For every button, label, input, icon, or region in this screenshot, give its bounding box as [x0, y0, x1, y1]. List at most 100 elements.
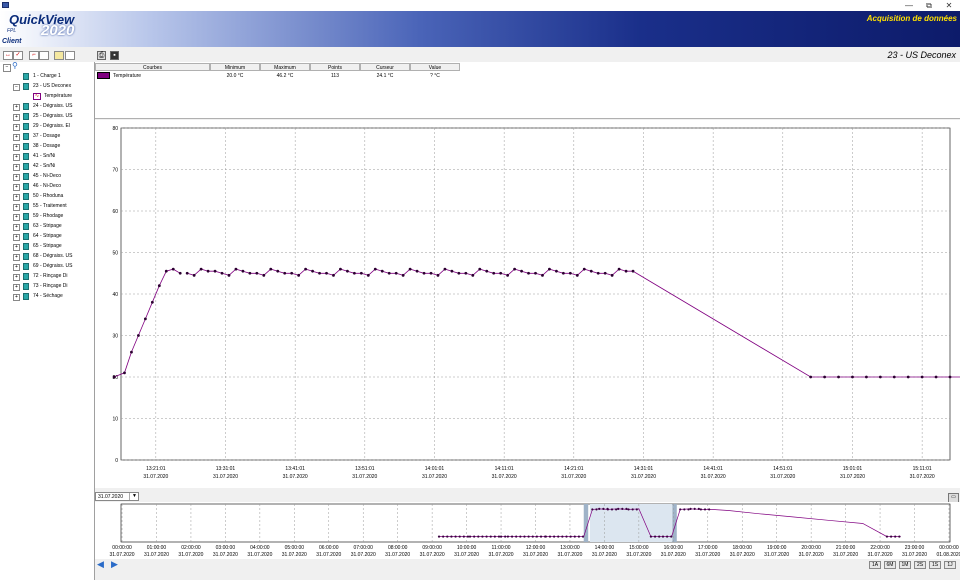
expand-icon[interactable]: +	[13, 184, 20, 191]
tree-item[interactable]: +68 - Dégraiss. US	[0, 252, 94, 262]
tree-item[interactable]: +29 - Dégraiss. El	[0, 122, 94, 132]
tree-item[interactable]: +45 - Ni-Deco	[0, 172, 94, 182]
overview-chart-svg[interactable]: 00:00:0031.07.202001:00:0031.07.202002:0…	[95, 502, 960, 559]
overview-point	[577, 535, 581, 538]
expand-icon[interactable]: +	[13, 124, 20, 131]
tree-item[interactable]: +64 - Stripage	[0, 232, 94, 242]
zoom-button-1s[interactable]: 1S	[929, 561, 941, 569]
save-icon[interactable]: ▪	[110, 51, 119, 60]
temperature-chart[interactable]: 0 10 20 30 40 50 60 70 80 13:21:01 31.07.2020 13:31…	[95, 120, 960, 488]
tree-item[interactable]: +59 - Rhodage	[0, 212, 94, 222]
previous-arrow-icon[interactable]: ◀	[97, 560, 107, 569]
tree-item[interactable]: +42 - Sn/Ni	[0, 162, 94, 172]
expand-icon[interactable]: +	[13, 104, 20, 111]
expand-icon[interactable]: +	[13, 114, 20, 121]
expand-icon[interactable]: +	[13, 294, 20, 301]
tree-item[interactable]: +41 - Sn/Ni	[0, 152, 94, 162]
close-button[interactable]: ✕	[939, 0, 959, 11]
expand-icon[interactable]: +	[13, 134, 20, 141]
tree-item-label: 63 - Stripage	[33, 223, 62, 229]
tree-item[interactable]: +63 - Stripage	[0, 222, 94, 232]
tree-item[interactable]: +50 - Rhoduna	[0, 192, 94, 202]
expand-icon[interactable]: +	[13, 224, 20, 231]
overview-chart[interactable]: 00:00:00 31.07.2020 01:00:00 31.07.2020 02:0…	[95, 502, 960, 559]
overview-point	[635, 508, 638, 511]
data-point	[610, 273, 614, 277]
overview-point	[703, 508, 707, 511]
data-point	[548, 267, 551, 271]
tree-item-label: 42 - Sn/Ni	[33, 163, 56, 169]
restore-button[interactable]: ⧉	[919, 0, 939, 11]
data-point	[906, 375, 910, 379]
minimize-button[interactable]: —	[899, 0, 919, 11]
overview-point	[535, 535, 538, 538]
checkbox-empty-icon[interactable]	[39, 51, 49, 60]
checkbox-icon[interactable]: ✓	[13, 51, 23, 60]
expand-icon[interactable]: +	[13, 144, 20, 151]
legend-color-swatch[interactable]	[97, 72, 110, 79]
zoom-button-6m[interactable]: 6M	[884, 561, 896, 569]
tree-item[interactable]: +74 - Séchage	[0, 292, 94, 302]
overview-point	[493, 535, 496, 538]
overview-tick-time: 16:00:00	[664, 545, 684, 551]
expand-icon[interactable]: +	[13, 154, 20, 161]
tree-item[interactable]: +37 - Dosage	[0, 132, 94, 142]
overview-point	[625, 507, 628, 510]
range-handle[interactable]	[583, 504, 589, 542]
expand-icon[interactable]: +	[13, 194, 20, 201]
data-point	[248, 271, 252, 275]
expand-icon[interactable]: +	[13, 174, 20, 181]
tree-item[interactable]: +24 - Dégraiss. US	[0, 102, 94, 112]
tree-item[interactable]: +73 - Rinçage Di	[0, 282, 94, 292]
curve-icon[interactable]: ⌐	[29, 51, 39, 60]
link-icon[interactable]: ↔	[3, 51, 13, 60]
zoom-button-2s[interactable]: 2S	[914, 561, 926, 569]
expand-icon[interactable]: +	[13, 264, 20, 271]
expand-icon[interactable]: +	[13, 244, 20, 251]
expand-icon[interactable]: +	[13, 274, 20, 281]
expand-icon[interactable]: +	[13, 204, 20, 211]
tree-item[interactable]: +25 - Dégraiss. US	[0, 112, 94, 122]
legend-maximum: 46.2 °C	[276, 73, 294, 79]
overview-point	[510, 535, 514, 538]
overview-point	[610, 508, 614, 511]
tree-item-label: 59 - Rhodage	[33, 213, 64, 219]
tree-item-label: 25 - Dégraiss. US	[33, 113, 73, 119]
tree-item[interactable]: +46 - Ni-Deco	[0, 182, 94, 192]
expand-icon[interactable]: +	[13, 164, 20, 171]
chevron-down-icon[interactable]: ▼	[129, 493, 139, 500]
overview-tick-date: 31.07.2020	[351, 552, 376, 558]
tree-item[interactable]: +65 - Stripage	[0, 242, 94, 252]
data-point	[164, 269, 168, 273]
folder-icon[interactable]	[54, 51, 64, 60]
zoom-button-1a[interactable]: 1A	[869, 561, 881, 569]
collapse-icon[interactable]: −	[13, 84, 20, 91]
print-icon[interactable]: ⎙	[97, 51, 106, 60]
expand-icon[interactable]: +	[13, 254, 20, 261]
app-logo-sub: FPL	[7, 28, 17, 34]
zoom-button-1j[interactable]: 1J	[944, 561, 956, 569]
app-icon	[2, 2, 9, 8]
overview-tick-date: 31.07.2020	[385, 552, 410, 558]
tree-item[interactable]: +55 - Traitement	[0, 202, 94, 212]
data-point	[157, 284, 161, 288]
tree-item[interactable]: +72 - Rinçage Di	[0, 272, 94, 282]
expand-icon[interactable]: +	[13, 234, 20, 241]
overview-point	[658, 535, 661, 538]
temperature-chart-svg[interactable]: 0102030405060708013:21:0131.07.202013:31…	[95, 120, 960, 488]
data-point	[568, 271, 572, 275]
checkbox-empty-icon-2[interactable]	[65, 51, 75, 60]
tree-root-collapse[interactable]: −	[3, 64, 11, 72]
zoom-button-1m[interactable]: 1M	[899, 561, 911, 569]
overview-tick-time: 10:00:00	[457, 545, 477, 551]
next-arrow-icon[interactable]: ▶	[111, 560, 121, 569]
tree-item[interactable]: ∿ Température	[0, 92, 94, 102]
tree-item[interactable]: +69 - Dégraiss. US	[0, 262, 94, 272]
overview-tick-time: 19:00:00	[767, 545, 787, 551]
tree-item[interactable]: 1 - Charge 1	[0, 72, 94, 82]
expand-icon[interactable]: +	[13, 284, 20, 291]
tree-item[interactable]: − 23 - US Deconex	[0, 82, 94, 92]
tank-icon	[23, 73, 29, 80]
tree-item[interactable]: +38 - Dosage	[0, 142, 94, 152]
expand-icon[interactable]: +	[13, 214, 20, 221]
